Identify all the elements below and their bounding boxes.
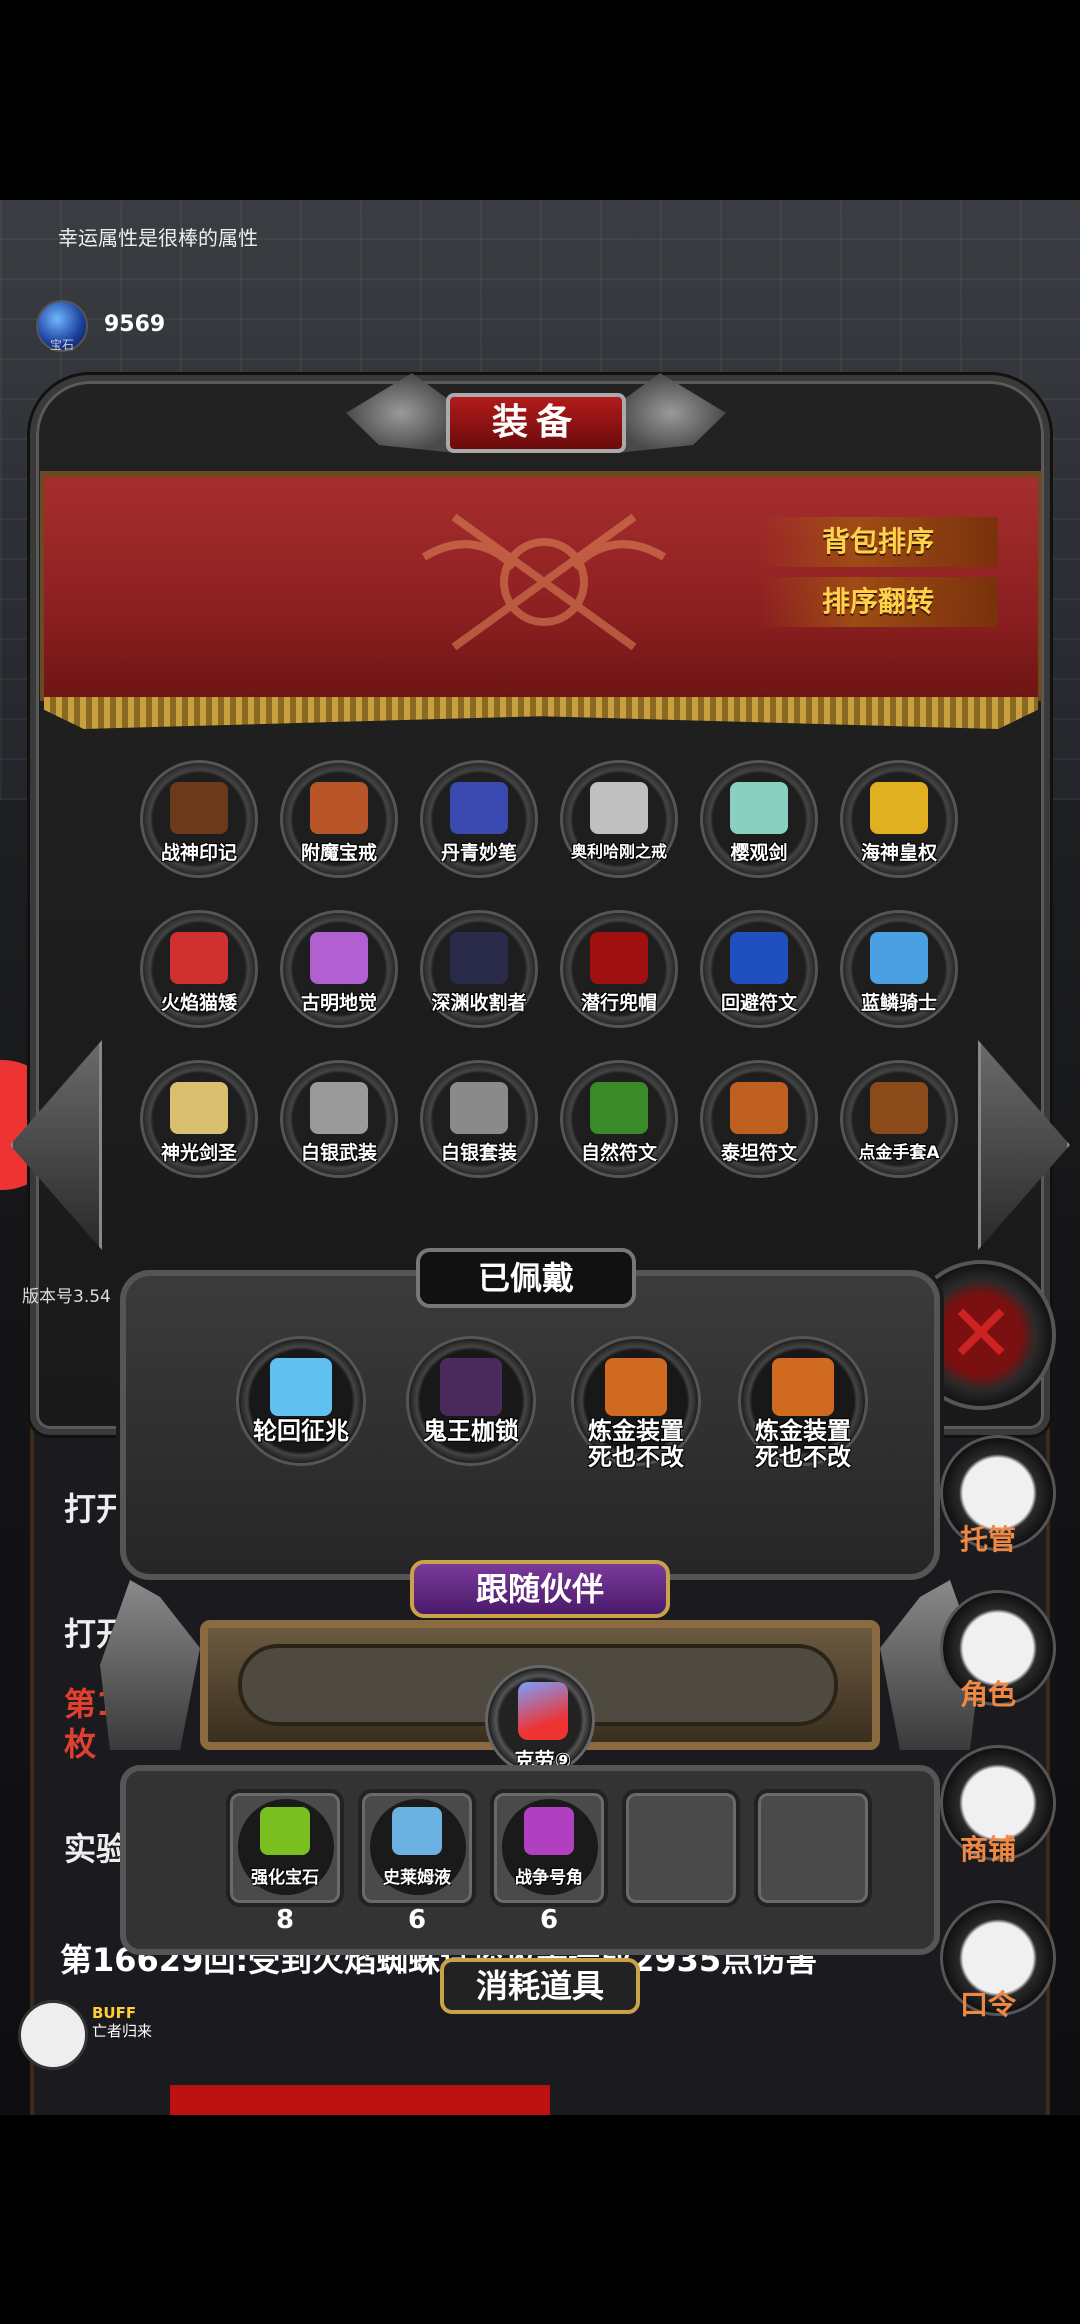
currency-display: 9569 宝石 bbox=[36, 300, 166, 352]
item-icon bbox=[730, 1082, 788, 1134]
log-line: 打开 bbox=[64, 1490, 129, 1528]
item-icon bbox=[170, 782, 228, 834]
sort-reverse-button[interactable]: 排序翻转 bbox=[758, 577, 998, 627]
buff-name: 亡者归来 bbox=[92, 2022, 153, 2040]
item-count: 8 bbox=[275, 1905, 295, 1935]
inventory-slot[interactable]: 泰坦符文 bbox=[700, 1060, 818, 1178]
item-icon bbox=[310, 1082, 368, 1134]
item-icon bbox=[870, 1082, 928, 1134]
inventory-slot[interactable]: 丹青妙笔 bbox=[420, 760, 538, 878]
consumable-slot[interactable]: 强化宝石 8 bbox=[226, 1789, 344, 1935]
item-icon bbox=[730, 782, 788, 834]
code-button[interactable]: 口令 bbox=[940, 1900, 1056, 2021]
inventory-slot[interactable]: 奥利哈刚之戒 bbox=[560, 760, 678, 878]
inventory-slot[interactable]: 蓝鳞骑士 bbox=[840, 910, 958, 1028]
inventory-slot[interactable]: 樱观剑 bbox=[700, 760, 818, 878]
item-icon bbox=[440, 1358, 502, 1416]
inventory-slot[interactable]: 古明地觉 bbox=[280, 910, 398, 1028]
consumable-slot-empty[interactable] bbox=[622, 1789, 740, 1907]
inventory-slot[interactable]: 火焰猫矮 bbox=[140, 910, 258, 1028]
equipped-panel: 已佩戴 轮回征兆 鬼王枷锁 炼金装置 死也不改 炼金装置 死也不改 bbox=[120, 1248, 940, 1580]
companion-slot[interactable]: 克劳⑨ bbox=[485, 1665, 595, 1775]
panel-title-plate: 装备 bbox=[346, 373, 636, 463]
version-label: 版本号3.54 bbox=[22, 1287, 111, 1307]
crest-icon bbox=[421, 513, 667, 651]
item-icon bbox=[590, 1082, 648, 1134]
sort-bag-button[interactable]: 背包排序 bbox=[758, 517, 998, 567]
item-icon bbox=[260, 1807, 310, 1855]
inventory-slot[interactable]: 点金手套A bbox=[840, 1060, 958, 1178]
inventory-slot[interactable]: 白银套装 bbox=[420, 1060, 538, 1178]
close-icon: ✕ bbox=[947, 1287, 1015, 1380]
inventory-slot[interactable]: 附魔宝戒 bbox=[280, 760, 398, 878]
item-count: 6 bbox=[407, 1905, 427, 1935]
inventory-slot[interactable]: 潜行兜帽 bbox=[560, 910, 678, 1028]
inventory-slot[interactable]: 深渊收割者 bbox=[420, 910, 538, 1028]
inventory-slot[interactable]: 海神皇权 bbox=[840, 760, 958, 878]
consumables-panel: 强化宝石 8 史莱姆液 6 战争号角 6 bbox=[120, 1765, 940, 1955]
equipped-slot[interactable]: 鬼王枷锁 bbox=[406, 1336, 536, 1466]
companion-title: 跟随伙伴 bbox=[410, 1560, 670, 1618]
griffin-left-icon bbox=[346, 373, 456, 453]
inventory-slot[interactable]: 神光剑圣 bbox=[140, 1060, 258, 1178]
inventory-grid: 战神印记 附魔宝戒 丹青妙笔 奥利哈刚之戒 樱观剑 海神皇权 火焰猫矮 古明地觉… bbox=[110, 760, 970, 1178]
griffin-right-icon bbox=[616, 373, 726, 453]
item-icon bbox=[870, 782, 928, 834]
tip-text: 幸运属性是很棒的属性 bbox=[58, 226, 258, 250]
inventory-slot[interactable]: 回避符文 bbox=[700, 910, 818, 1028]
equipped-slot[interactable]: 炼金装置 死也不改 bbox=[738, 1336, 868, 1470]
inventory-slot[interactable]: 自然符文 bbox=[560, 1060, 678, 1178]
consumable-slot-empty[interactable] bbox=[754, 1789, 872, 1907]
companion-portrait bbox=[518, 1682, 568, 1740]
equipped-slot[interactable]: 轮回征兆 bbox=[236, 1336, 366, 1466]
banner: 背包排序 排序翻转 bbox=[40, 471, 1042, 729]
hp-bar bbox=[170, 2085, 550, 2115]
item-icon bbox=[450, 782, 508, 834]
character-button[interactable]: 角色 bbox=[940, 1590, 1056, 1711]
equipped-slot[interactable]: 炼金装置 死也不改 bbox=[571, 1336, 701, 1470]
panel-title: 装备 bbox=[446, 393, 626, 453]
item-icon bbox=[870, 932, 928, 984]
equipped-title: 已佩戴 bbox=[416, 1248, 636, 1308]
item-icon bbox=[270, 1358, 332, 1416]
consumables-title: 消耗道具 bbox=[440, 1958, 640, 2014]
item-icon bbox=[772, 1358, 834, 1416]
inventory-slot[interactable]: 战神印记 bbox=[140, 760, 258, 878]
shop-button[interactable]: 商铺 bbox=[940, 1745, 1056, 1866]
item-icon bbox=[170, 932, 228, 984]
item-icon bbox=[730, 932, 788, 984]
buff-label: BUFF bbox=[92, 2004, 137, 2022]
item-icon bbox=[450, 932, 508, 984]
item-icon bbox=[310, 932, 368, 984]
item-icon bbox=[590, 932, 648, 984]
item-icon bbox=[392, 1807, 442, 1855]
skull-icon[interactable] bbox=[18, 2000, 88, 2070]
item-icon bbox=[524, 1807, 574, 1855]
consumable-slot[interactable]: 战争号角 6 bbox=[490, 1789, 608, 1935]
game-stage: 幸运属性是很棒的属性 9569 宝石 打开 打开 第16 枚 实验 第16629… bbox=[0, 200, 1080, 2115]
currency-label: 宝石 bbox=[50, 338, 75, 352]
item-icon bbox=[590, 782, 648, 834]
auto-play-button[interactable]: 托管 bbox=[940, 1435, 1056, 1556]
consumable-slot[interactable]: 史莱姆液 6 bbox=[358, 1789, 476, 1935]
banner-fringe bbox=[44, 697, 1038, 729]
item-count: 6 bbox=[539, 1905, 559, 1935]
item-icon bbox=[170, 1082, 228, 1134]
currency-amount: 9569 bbox=[104, 312, 166, 337]
item-icon bbox=[450, 1082, 508, 1134]
item-icon bbox=[605, 1358, 667, 1416]
item-icon bbox=[310, 782, 368, 834]
inventory-slot[interactable]: 白银武装 bbox=[280, 1060, 398, 1178]
log-line: 实验 bbox=[64, 1830, 129, 1868]
log-line: 枚 bbox=[64, 1725, 97, 1763]
